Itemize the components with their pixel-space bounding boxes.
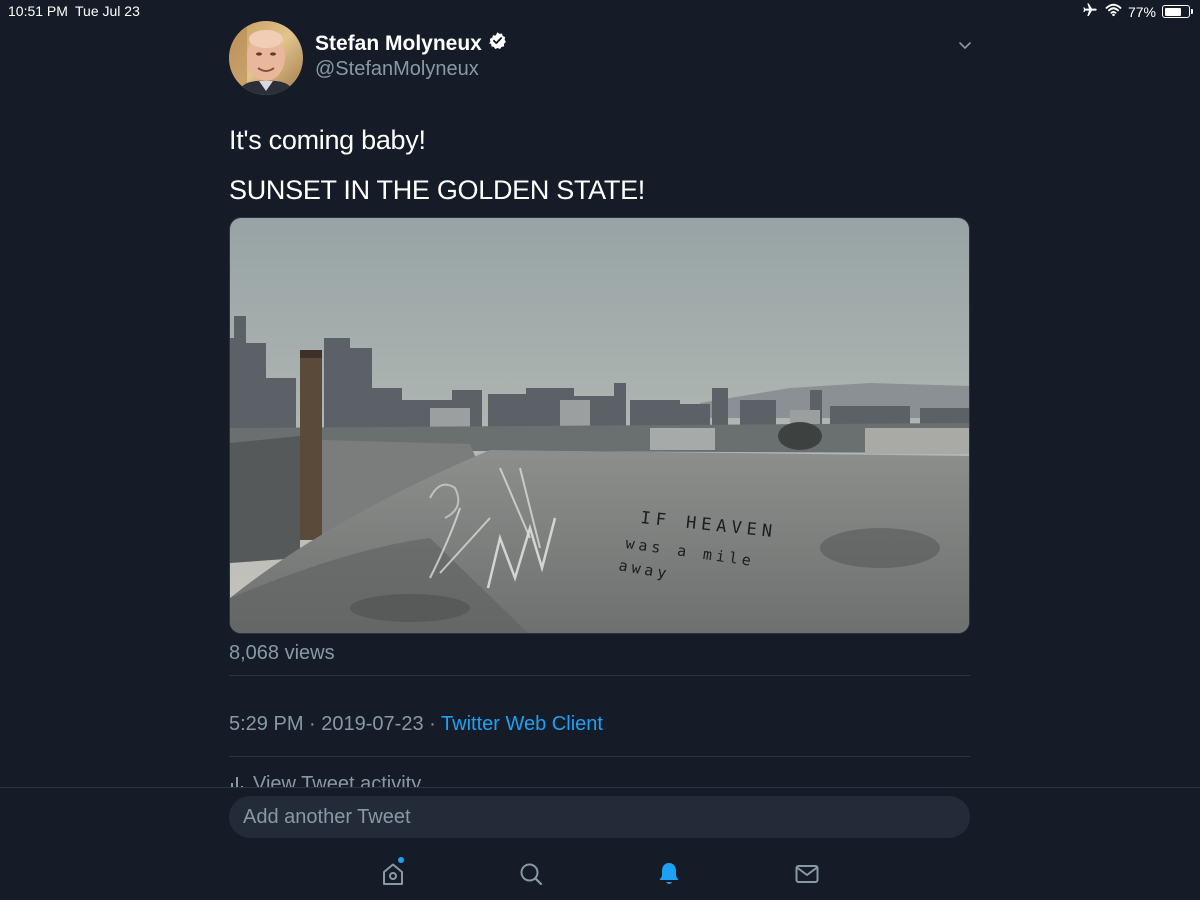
status-date: Tue Jul 23 — [75, 3, 140, 19]
tweet-meta: 5:29 PM · 2019-07-23 · Twitter Web Clien… — [229, 713, 603, 736]
video-frame: IF HEAVEN was a mile away — [230, 218, 969, 633]
wifi-icon — [1105, 3, 1122, 20]
view-count: 8,068 views — [229, 642, 335, 664]
add-tweet-input[interactable] — [229, 796, 970, 838]
status-right: 77% — [1081, 2, 1193, 21]
view-tweet-activity-label: View Tweet activity — [253, 773, 422, 787]
display-name[interactable]: Stefan Molyneux — [315, 32, 482, 56]
battery-tip — [1191, 9, 1193, 14]
avatar[interactable] — [229, 21, 303, 95]
notifications-icon — [655, 863, 683, 892]
tweet-text-line-1: It's coming baby! — [229, 125, 426, 155]
battery-fill — [1164, 7, 1182, 16]
tweet-date: 2019-07-23 — [321, 713, 424, 735]
chevron-down-icon[interactable] — [957, 37, 973, 53]
tab-messages[interactable] — [793, 860, 821, 888]
meta-separator: · — [429, 713, 436, 735]
meta-separator: · — [309, 713, 316, 735]
tweet-time: 5:29 PM — [229, 713, 304, 735]
tweet-text-line-2: SUNSET IN THE GOLDEN STATE! — [229, 175, 645, 205]
tweet-client-link[interactable]: Twitter Web Client — [441, 713, 603, 735]
search-icon — [517, 863, 545, 892]
home-icon — [379, 863, 407, 892]
tab-notifications[interactable] — [655, 860, 683, 888]
messages-icon — [793, 865, 821, 892]
tab-home[interactable] — [379, 857, 407, 888]
tab-search[interactable] — [517, 860, 545, 888]
author-handle[interactable]: @StefanMolyneux — [315, 58, 479, 81]
screen: 10:51 PM Tue Jul 23 77% Stefan Molyneux … — [0, 0, 1200, 900]
bar-chart-icon — [229, 773, 245, 787]
status-bar: 10:51 PM Tue Jul 23 77% — [0, 0, 1200, 22]
tweet-video[interactable]: IF HEAVEN was a mile away — [229, 217, 970, 634]
notification-dot — [398, 857, 404, 863]
status-time: 10:51 PM — [8, 3, 68, 19]
verified-badge-icon — [488, 31, 507, 56]
view-tweet-activity-link[interactable]: View Tweet activity — [229, 773, 421, 787]
battery-percent: 77% — [1127, 3, 1156, 20]
divider — [229, 675, 970, 676]
divider — [229, 756, 970, 757]
author-name-row[interactable]: Stefan Molyneux — [315, 31, 507, 56]
airplane-icon — [1081, 2, 1099, 21]
battery-icon — [1162, 5, 1193, 18]
